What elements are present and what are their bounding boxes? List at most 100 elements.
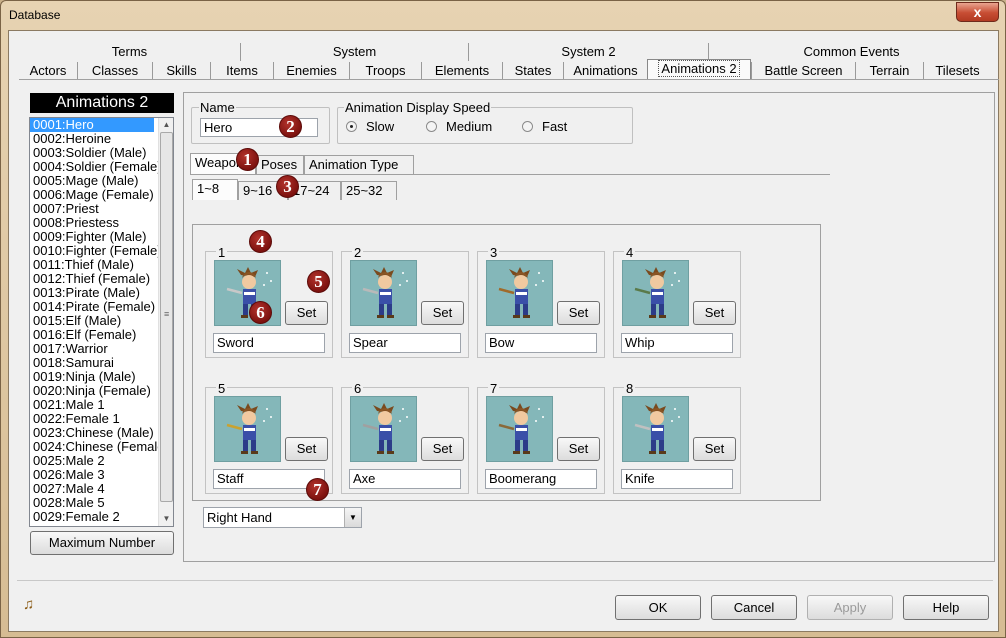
tab-states[interactable]: States	[502, 62, 563, 80]
list-item[interactable]: 0019:Ninja (Male)	[30, 370, 158, 384]
slot-number: 6	[352, 381, 364, 396]
list-item[interactable]: 0016:Elf (Female)	[30, 328, 158, 342]
list-item[interactable]: 0015:Elf (Male)	[30, 314, 158, 328]
tab-system[interactable]: System	[240, 43, 468, 61]
music-note-icon[interactable]: ♫	[23, 597, 39, 613]
tab-terrain[interactable]: Terrain	[855, 62, 923, 80]
cancel-button[interactable]: Cancel	[711, 595, 797, 620]
list-item[interactable]: 0014:Pirate (Female)	[30, 300, 158, 314]
list-item[interactable]: 0004:Soldier (Female)	[30, 160, 158, 174]
callout-marker-2: 2	[279, 115, 302, 138]
tab-animation-type[interactable]: Animation Type	[304, 155, 414, 174]
grip-icon: ≡	[164, 309, 170, 319]
set-button[interactable]: Set	[285, 437, 328, 461]
tab-elements[interactable]: Elements	[421, 62, 502, 80]
hand-select[interactable]: Right Hand ▼	[203, 507, 362, 528]
sub-tab-row: Weapons Poses Animation Type	[190, 153, 830, 175]
tab-animations[interactable]: Animations	[563, 62, 647, 80]
tab-animations-2[interactable]: Animations 2	[647, 59, 751, 79]
tab-troops[interactable]: Troops	[349, 62, 421, 80]
weapon-name-field[interactable]: Spear	[349, 333, 461, 353]
list-item[interactable]: 0024:Chinese (Female)	[30, 440, 158, 454]
list-item[interactable]: 0012:Thief (Female)	[30, 272, 158, 286]
database-window: Database x Terms System System 2 Common …	[0, 0, 1006, 638]
radio-medium[interactable]: Medium	[426, 119, 492, 134]
slot-number: 7	[488, 381, 500, 396]
set-button[interactable]: Set	[557, 301, 600, 325]
tab-items[interactable]: Items	[210, 62, 273, 80]
tab-skills[interactable]: Skills	[152, 62, 210, 80]
list-item[interactable]: 0007:Priest	[30, 202, 158, 216]
weapons-frame: 1 Set Sword 2 Set Spear 3 Set Bow 4 Set Whip 5 Set Sta…	[192, 224, 821, 501]
weapon-name-field[interactable]: Boomerang	[485, 469, 597, 489]
set-button[interactable]: Set	[693, 301, 736, 325]
slot-number: 3	[488, 245, 500, 260]
set-button[interactable]: Set	[557, 437, 600, 461]
list-item[interactable]: 0018:Samurai	[30, 356, 158, 370]
title-bar[interactable]: Database x	[1, 1, 1005, 31]
list-item[interactable]: 0026:Male 3	[30, 468, 158, 482]
list-item[interactable]: 0020:Ninja (Female)	[30, 384, 158, 398]
set-button[interactable]: Set	[421, 301, 464, 325]
character-sprite-icon	[486, 260, 553, 326]
list-item[interactable]: 0010:Fighter (Female)	[30, 244, 158, 258]
tab-tilesets[interactable]: Tilesets	[923, 62, 991, 80]
list-item[interactable]: 0027:Male 4	[30, 482, 158, 496]
radio-slow-indicator	[346, 121, 357, 132]
slot-number: 5	[216, 381, 228, 396]
name-label: Name	[199, 100, 236, 115]
list-item[interactable]: 0003:Soldier (Male)	[30, 146, 158, 160]
tab-actors[interactable]: Actors	[19, 62, 77, 80]
list-item[interactable]: 0022:Female 1	[30, 412, 158, 426]
tab-terms[interactable]: Terms	[19, 43, 240, 61]
list-item[interactable]: 0001:Hero	[30, 118, 154, 132]
list-item[interactable]: 0002:Heroine	[30, 132, 158, 146]
list-item[interactable]: 0025:Male 2	[30, 454, 158, 468]
set-button[interactable]: Set	[285, 301, 328, 325]
scroll-down-icon[interactable]: ▼	[159, 512, 173, 526]
character-sprite-icon	[486, 396, 553, 462]
weapon-slot: 4 Set Whip	[613, 245, 741, 358]
list-item[interactable]: 0008:Priestess	[30, 216, 158, 230]
weapon-slot: 7 Set Boomerang	[477, 381, 605, 494]
list-scrollbar[interactable]: ▲ ≡ ▼	[158, 118, 173, 526]
set-button[interactable]: Set	[693, 437, 736, 461]
close-button[interactable]: x	[956, 2, 999, 22]
help-button[interactable]: Help	[903, 595, 989, 620]
tab-poses[interactable]: Poses	[256, 155, 304, 174]
apply-button[interactable]: Apply	[807, 595, 893, 620]
scroll-up-icon[interactable]: ▲	[159, 118, 173, 132]
callout-marker-7: 7	[306, 478, 329, 501]
weapon-name-field[interactable]: Knife	[621, 469, 733, 489]
weapon-name-field[interactable]: Sword	[213, 333, 325, 353]
maximum-number-button[interactable]: Maximum Number	[30, 531, 174, 555]
list-item[interactable]: 0029:Female 2	[30, 510, 158, 524]
list-item[interactable]: 0021:Male 1	[30, 398, 158, 412]
tab-range-25-32[interactable]: 25~32	[341, 181, 397, 200]
list-item[interactable]: 0023:Chinese (Male)	[30, 426, 158, 440]
set-button[interactable]: Set	[421, 437, 464, 461]
list-item[interactable]: 0006:Mage (Female)	[30, 188, 158, 202]
list-item[interactable]: 0013:Pirate (Male)	[30, 286, 158, 300]
animation-list[interactable]: 0001:Hero 0002:Heroine 0003:Soldier (Male)…	[29, 117, 174, 527]
weapon-name-field[interactable]: Bow	[485, 333, 597, 353]
weapon-name-field[interactable]: Whip	[621, 333, 733, 353]
character-sprite-icon	[350, 260, 417, 326]
radio-slow-label: Slow	[366, 119, 395, 134]
list-item[interactable]: 0017:Warrior	[30, 342, 158, 356]
slot-number: 4	[624, 245, 636, 260]
list-item[interactable]: 0011:Thief (Male)	[30, 258, 158, 272]
radio-fast[interactable]: Fast	[522, 119, 567, 134]
list-item[interactable]: 0009:Fighter (Male)	[30, 230, 158, 244]
tab-battle-screen[interactable]: Battle Screen	[751, 62, 855, 80]
dropdown-arrow-icon[interactable]: ▼	[344, 508, 361, 527]
list-item[interactable]: 0028:Male 5	[30, 496, 158, 510]
tab-classes[interactable]: Classes	[77, 62, 152, 80]
tab-range-1-8[interactable]: 1~8	[192, 179, 238, 200]
weapon-name-field[interactable]: Axe	[349, 469, 461, 489]
radio-slow[interactable]: Slow	[346, 119, 394, 134]
list-item[interactable]: 0005:Mage (Male)	[30, 174, 158, 188]
tab-enemies[interactable]: Enemies	[273, 62, 349, 80]
scroll-thumb[interactable]: ≡	[160, 132, 173, 502]
ok-button[interactable]: OK	[615, 595, 701, 620]
